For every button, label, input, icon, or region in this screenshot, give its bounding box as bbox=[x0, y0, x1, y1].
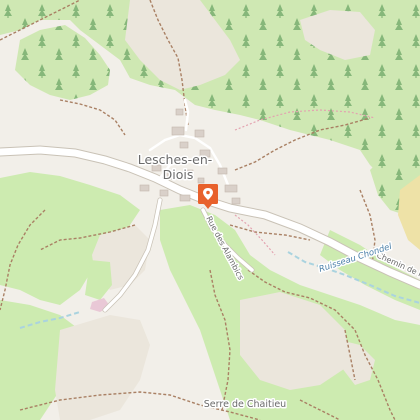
ridge-label: Serre de Chaitieu bbox=[204, 399, 286, 410]
village-label-line2: Diois bbox=[163, 167, 194, 182]
map-view[interactable]: Lesches-en- Diois Rue des Alambics Chemi… bbox=[0, 0, 420, 420]
map-canvas[interactable]: Lesches-en- Diois Rue des Alambics Chemi… bbox=[0, 0, 420, 420]
village-label-line1: Lesches-en- bbox=[138, 152, 213, 167]
